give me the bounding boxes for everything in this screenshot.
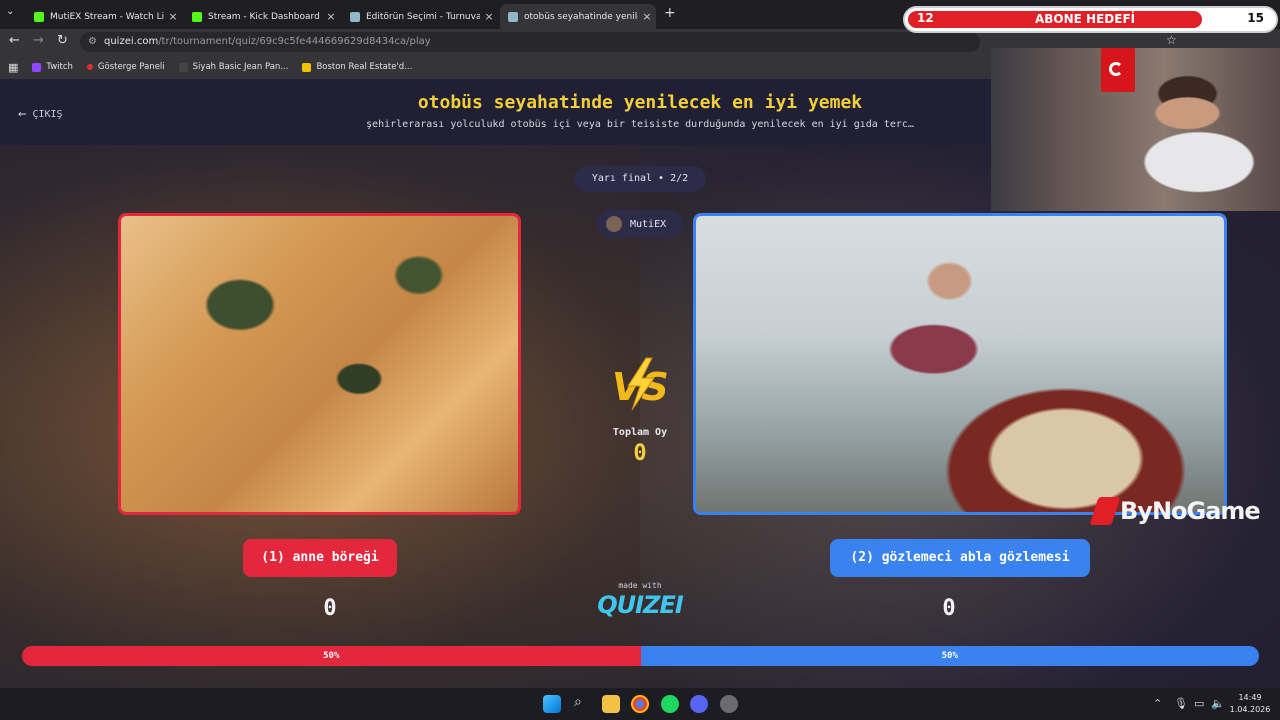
twitch-icon [32, 62, 42, 72]
site-info-icon[interactable]: ⚙ [88, 32, 97, 52]
arrow-left-icon: ← [18, 106, 27, 122]
bookmark-label: Twitch [46, 62, 73, 72]
browser-tab-2[interactable]: Stream - Kick Dashboard × [184, 4, 340, 29]
reload-icon[interactable]: ↻ [57, 33, 68, 48]
vs-lightning-icon: VS [612, 357, 669, 411]
browser-tab-4-active[interactable]: otobüs seyahatinde yenilecek e × [500, 4, 656, 29]
browser-tab-3[interactable]: Editörün Seçimi - Turnuva - Qu × [342, 4, 498, 29]
bynogame-logo-icon [1089, 497, 1121, 525]
tab-title: otobüs seyahatinde yenilecek e [524, 11, 638, 22]
bookmark-dashboard[interactable]: Gösterge Paneli [86, 62, 165, 72]
tab-search-icon[interactable]: ⌄ [6, 6, 14, 17]
network-icon[interactable]: ▭ [1194, 697, 1204, 710]
user-pill: MutiEX [597, 210, 683, 238]
windows-start-icon[interactable] [543, 695, 561, 713]
close-icon[interactable]: × [164, 10, 182, 23]
clock-time: 14:49 [1238, 693, 1262, 702]
option-right-image[interactable] [693, 213, 1227, 515]
left-percentage: 50% [22, 646, 641, 666]
tab-title: MutiEX Stream - Watch Live on [50, 11, 164, 22]
url-host: quizei.com [104, 36, 159, 47]
goal-target: 15 [1247, 11, 1264, 25]
forward-icon[interactable]: → [33, 33, 44, 48]
turkish-flag [1101, 48, 1135, 92]
spotify-icon[interactable] [661, 695, 679, 713]
round-badge: Yarı final • 2/2 [574, 166, 706, 192]
bookmark-twitch[interactable]: Twitch [32, 62, 73, 72]
chrome-icon[interactable] [631, 695, 649, 713]
browser-tab-1[interactable]: MutiEX Stream - Watch Live on × [26, 4, 182, 29]
tab-title: Editörün Seçimi - Turnuva - Qu [366, 11, 480, 22]
windows-taskbar: ⌕ ⌃ 🎙 ▭ 🔈 14:49 1.04.2026 [0, 688, 1280, 720]
close-icon[interactable]: × [480, 10, 498, 23]
total-votes-value: 0 [633, 441, 647, 466]
s-icon [302, 62, 312, 72]
quiz-title: otobüs seyahatinde yenilecek en iyi yeme… [417, 92, 863, 113]
bookmark-jean[interactable]: Siyah Basic Jean Pan... [178, 62, 289, 72]
dashboard-icon [86, 64, 93, 70]
quizei-icon [508, 11, 518, 22]
system-clock[interactable]: 14:49 1.04.2026 [1225, 692, 1275, 716]
vote-left-button[interactable]: (1) anne böreği [243, 539, 397, 577]
bookmark-label: Boston Real Estate'd... [316, 62, 413, 72]
tab-title: Stream - Kick Dashboard [208, 11, 320, 22]
kick-icon [34, 11, 44, 22]
bookmark-label: Gösterge Paneli [97, 62, 165, 72]
quiz-subtitle: şehirlerarası yolculukd otobüs içi veya … [366, 119, 914, 130]
webcam-overlay [991, 48, 1280, 211]
vote-percentage-bar: 50% 50% [22, 646, 1259, 666]
close-icon[interactable]: × [322, 10, 340, 23]
discord-icon[interactable] [690, 695, 708, 713]
borek-photo [121, 216, 518, 512]
back-icon[interactable]: ← [9, 33, 20, 48]
search-icon[interactable]: ⌕ [574, 694, 582, 710]
close-icon[interactable]: × [638, 10, 656, 23]
bynogame-watermark: ByNoGame [1089, 497, 1261, 525]
bookmark-label: Siyah Basic Jean Pan... [192, 62, 289, 72]
kick-icon [192, 11, 202, 22]
left-vote-count: 0 [323, 596, 337, 621]
right-percentage: 50% [640, 646, 1259, 666]
made-with-label: made with [618, 581, 662, 590]
exit-button[interactable]: ← ÇIKIŞ [18, 106, 63, 122]
apps-grid-icon[interactable]: ▦ [8, 61, 18, 74]
avatar [606, 216, 622, 232]
volume-icon[interactable]: 🔈 [1211, 697, 1225, 710]
goal-current: 12 [917, 11, 934, 25]
app-icon[interactable] [720, 695, 738, 713]
user-name: MutiEX [630, 218, 667, 230]
goal-label: ABONE HEDEFİ [1035, 12, 1136, 26]
bookmark-star-icon[interactable]: ☆ [1166, 33, 1177, 47]
file-explorer-icon[interactable] [602, 695, 620, 713]
total-votes-label: Toplam Oy [612, 427, 668, 438]
subscriber-goal-overlay: 12 ABONE HEDEFİ 15 [903, 6, 1278, 33]
microphone-icon[interactable]: 🎙 [1174, 697, 1188, 710]
watermark-text: ByNoGame [1120, 497, 1261, 525]
new-tab-icon[interactable]: + [664, 5, 676, 21]
exit-label: ÇIKIŞ [32, 108, 63, 120]
option-left-image[interactable] [118, 213, 521, 515]
url-field[interactable]: ⚙ quizei.com/tr/tournament/quiz/69c9c5fe… [80, 32, 980, 52]
url-path: /tr/tournament/quiz/69c9c5fe444669629d84… [158, 36, 431, 47]
vote-right-button[interactable]: (2) gözlemeci abla gözlemesi [830, 539, 1090, 577]
quizei-icon [350, 11, 360, 22]
quizei-logo[interactable]: QUIZEI [590, 591, 690, 619]
store-icon [178, 62, 188, 72]
right-vote-count: 0 [942, 596, 956, 621]
gozleme-photo [696, 216, 1224, 512]
clock-date: 1.04.2026 [1229, 705, 1271, 714]
chevron-up-icon[interactable]: ⌃ [1153, 697, 1162, 710]
bookmark-boston[interactable]: Boston Real Estate'd... [302, 62, 412, 72]
